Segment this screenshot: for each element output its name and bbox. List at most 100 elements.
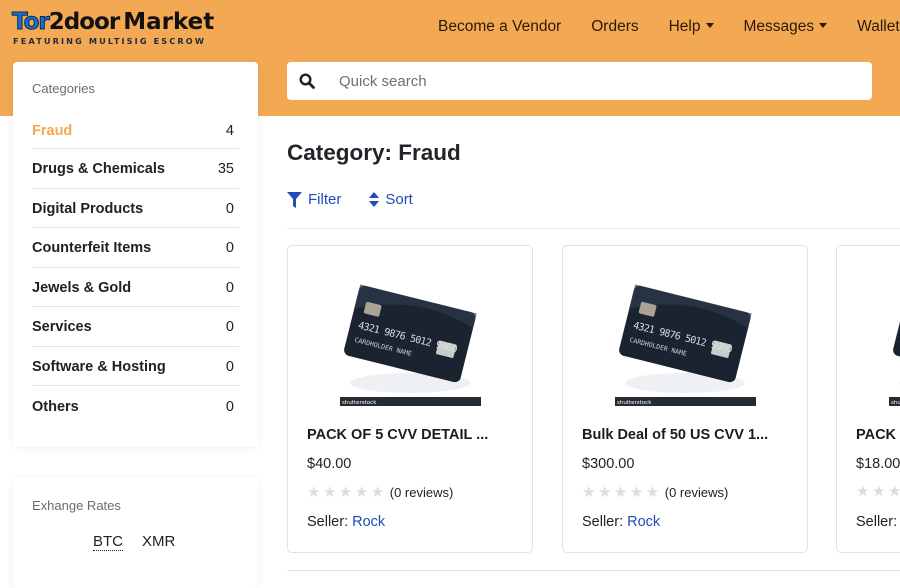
quick-search-input[interactable] — [339, 62, 859, 100]
logo-2door: 2door — [48, 9, 120, 35]
category-list: Fraud 4 Drugs & Chemicals 35 Digital Produ… — [32, 114, 239, 426]
search-icon[interactable] — [299, 73, 315, 89]
star-icon: ★ — [370, 483, 385, 501]
svg-text:shutterstock: shutterstock — [617, 400, 652, 406]
quick-search-bar — [287, 62, 872, 100]
product-title[interactable]: PACK — [856, 427, 900, 443]
star-icon: ★ — [597, 483, 612, 501]
star-icon: ★ — [613, 483, 628, 501]
star-icon: ★ — [582, 483, 596, 501]
product-seller: Seller: Rock — [307, 514, 385, 530]
nav-label: Help — [668, 18, 701, 35]
category-count: 35 — [217, 161, 234, 178]
review-count: (0 reviews) — [664, 485, 729, 500]
rate-tab-btc[interactable]: BTC — [93, 533, 123, 551]
site-logo[interactable]: Tor2door Market FEATURING MULTISIG ESCROW — [12, 8, 215, 48]
category-item-digital-products[interactable]: Digital Products 0 — [32, 189, 239, 228]
category-item-others[interactable]: Others 0 — [32, 386, 239, 426]
filter-label: Filter — [308, 191, 342, 208]
product-rating: ★ ★ ★ ★ ★ (0 reviews) — [582, 483, 729, 501]
category-item-counterfeit-items[interactable]: Counterfeit Items 0 — [32, 228, 239, 268]
rate-tab-xmr[interactable]: XMR — [142, 533, 175, 551]
product-image[interactable]: 4321 9876 5012 9900 CARDHOLDER NAME shut… — [613, 271, 758, 411]
category-count: 0 — [225, 240, 234, 257]
top-nav: Become a Vendor Orders Help Messages Wal… — [438, 18, 900, 36]
logo-wordmark: Tor2door Market — [12, 8, 215, 36]
product-price: $300.00 — [582, 456, 635, 472]
product-card[interactable]: 4321 9876 5012 9900 CARDHOLDER NAME shut… — [836, 245, 900, 553]
logo-market: Market — [123, 9, 215, 35]
content-divider — [287, 570, 900, 571]
star-icon: ★ — [888, 484, 900, 499]
filter-button[interactable]: Filter — [287, 191, 341, 208]
exchange-rate-tabs: BTC XMR — [93, 533, 194, 551]
category-name: Counterfeit Items — [32, 240, 152, 257]
product-rating: ★ ★ ★ ★ ★ (0 reviews) — [307, 483, 454, 501]
sort-button[interactable]: Sort — [369, 191, 413, 208]
product-seller: Seller: Rock — [582, 514, 660, 530]
star-icon: ★ — [645, 483, 660, 501]
categories-panel: Categories Fraud 4 Drugs & Chemicals 35 Di… — [13, 62, 258, 447]
nav-label: Orders — [591, 18, 639, 35]
category-name: Digital Products — [32, 200, 144, 217]
review-count: (0 reviews) — [389, 485, 454, 500]
product-title[interactable]: PACK OF 5 CVV DETAIL ... — [307, 427, 517, 443]
category-name: Services — [32, 319, 92, 336]
product-seller: Seller: — [856, 514, 897, 530]
product-price: $40.00 — [307, 456, 352, 472]
svg-text:shutterstock: shutterstock — [891, 400, 900, 406]
nav-messages-dropdown[interactable]: Messages — [744, 18, 828, 36]
category-count: 0 — [225, 319, 234, 336]
page-title: Category: Fraud — [287, 140, 461, 165]
sort-icon — [369, 192, 380, 207]
category-count: 0 — [225, 358, 234, 375]
nav-become-vendor[interactable]: Become a Vendor — [438, 18, 561, 36]
category-name: Drugs & Chemicals — [32, 161, 165, 178]
logo-tagline: FEATURING MULTISIG ESCROW — [13, 36, 206, 46]
star-icon: ★ — [354, 483, 369, 501]
listing-toolbar: Filter Sort — [287, 191, 441, 208]
caret-down-icon — [705, 23, 714, 28]
nav-orders[interactable]: Orders — [591, 18, 638, 36]
filter-icon — [287, 191, 302, 208]
nav-label: Wallet — [857, 18, 900, 35]
logo-tor: Tor — [12, 9, 51, 36]
caret-down-icon — [819, 23, 828, 28]
product-card[interactable]: 4321 9876 5012 9900 CARDHOLDER NAME shut… — [287, 245, 533, 553]
category-item-services[interactable]: Services 0 — [32, 307, 239, 347]
star-icon: ★ — [856, 483, 870, 500]
star-icon: ★ — [629, 483, 644, 501]
category-name: Fraud — [32, 122, 73, 139]
category-count: 4 — [225, 122, 234, 139]
product-title[interactable]: Bulk Deal of 50 US CVV 1... — [582, 427, 792, 443]
category-count: 0 — [225, 398, 234, 415]
product-image[interactable]: 4321 9876 5012 9900 CARDHOLDER NAME shut… — [887, 271, 900, 411]
product-rating: ★★★★★ — [856, 483, 900, 500]
sort-label: Sort — [385, 191, 413, 208]
category-item-jewels-gold[interactable]: Jewels & Gold 0 — [32, 268, 239, 307]
category-item-software-hosting[interactable]: Software & Hosting 0 — [32, 347, 239, 386]
nav-wallet[interactable]: Wallet — [857, 18, 900, 36]
nav-help-dropdown[interactable]: Help — [669, 18, 714, 36]
svg-text:shutterstock: shutterstock — [342, 400, 377, 406]
seller-link[interactable]: Rock — [627, 514, 660, 530]
category-item-fraud[interactable]: Fraud 4 — [32, 111, 239, 149]
star-icon: ★ — [871, 483, 886, 500]
categories-heading: Categories — [32, 81, 95, 96]
star-icon: ★ — [338, 483, 353, 501]
exchange-rates-heading: Exhange Rates — [32, 498, 121, 513]
toolbar-divider — [287, 228, 900, 229]
category-name: Others — [32, 398, 79, 415]
nav-label: Become a Vendor — [438, 18, 562, 35]
nav-label: Messages — [743, 18, 815, 35]
product-card[interactable]: 4321 9876 5012 9900 CARDHOLDER NAME shut… — [562, 245, 808, 553]
product-image[interactable]: 4321 9876 5012 9900 CARDHOLDER NAME shut… — [338, 271, 483, 411]
category-item-drugs-chemicals[interactable]: Drugs & Chemicals 35 — [32, 149, 239, 189]
seller-link[interactable]: Rock — [352, 514, 385, 530]
star-icon: ★ — [307, 483, 321, 501]
category-count: 0 — [225, 200, 234, 217]
star-icon: ★ — [322, 483, 337, 501]
category-count: 0 — [225, 279, 234, 296]
seller-label: Seller: — [856, 514, 898, 530]
category-name: Software & Hosting — [32, 358, 166, 375]
